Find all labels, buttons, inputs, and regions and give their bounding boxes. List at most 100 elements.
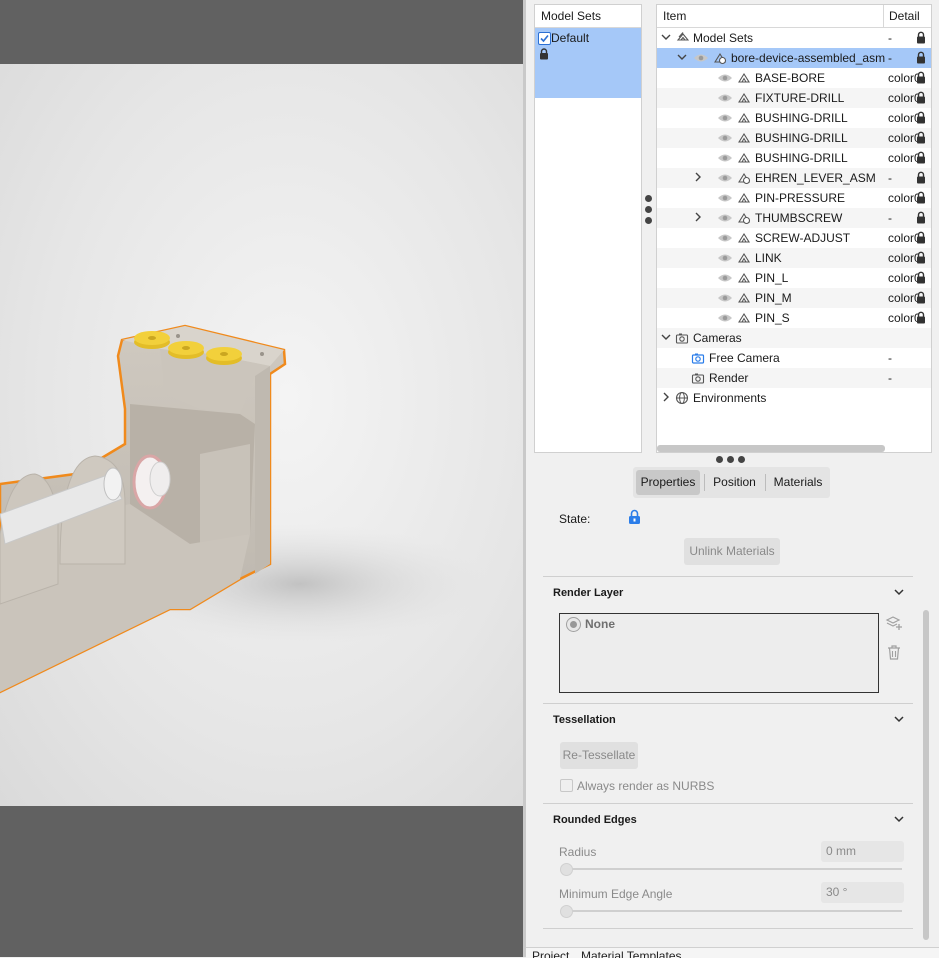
- chevron-down-icon[interactable]: [894, 815, 904, 823]
- eye-icon[interactable]: [717, 93, 733, 103]
- render-canvas[interactable]: [0, 64, 523, 806]
- lock-icon[interactable]: [916, 91, 926, 104]
- tree-row-screw-adjust[interactable]: SCREW-ADJUST color09: [657, 228, 931, 248]
- tree-item-label: Cameras: [693, 331, 742, 345]
- model-sets-list[interactable]: Model Sets Default: [534, 4, 642, 453]
- tessellation-title[interactable]: Tessellation: [553, 714, 616, 726]
- eye-icon[interactable]: [717, 193, 733, 203]
- lock-icon[interactable]: [916, 31, 926, 44]
- eye-icon[interactable]: [717, 233, 733, 243]
- horizontal-splitter-handle[interactable]: [716, 456, 752, 464]
- chevron-down-icon[interactable]: [894, 715, 904, 723]
- tree-row-ehren-lever-asm[interactable]: EHREN_LEVER_ASM -: [657, 168, 931, 188]
- bore-device-model-render[interactable]: [0, 64, 523, 806]
- lock-icon[interactable]: [916, 191, 926, 204]
- default-checkbox[interactable]: [538, 32, 551, 45]
- radius-slider-track[interactable]: [562, 868, 902, 870]
- column-item-header[interactable]: Item: [663, 9, 686, 23]
- eye-icon[interactable]: [717, 313, 733, 323]
- chevron-down-icon[interactable]: [661, 332, 671, 342]
- always-render-nurbs-checkbox[interactable]: [560, 779, 573, 792]
- tree-item-label: BUSHING-DRILL: [755, 131, 848, 145]
- tree-row-fixture-drill[interactable]: FIXTURE-DRILL color06: [657, 88, 931, 108]
- radius-field[interactable]: 0 mm: [821, 841, 904, 862]
- render-layer-none-radio[interactable]: [566, 617, 581, 632]
- lock-icon[interactable]: [916, 71, 926, 84]
- lock-icon[interactable]: [916, 171, 926, 184]
- lock-icon[interactable]: [916, 231, 926, 244]
- tree-item-label: EHREN_LEVER_ASM: [755, 171, 876, 185]
- edge-angle-slider-track[interactable]: [562, 910, 902, 912]
- re-tessellate-button[interactable]: Re-Tessellate: [560, 742, 638, 769]
- chevron-right-icon[interactable]: [693, 212, 703, 222]
- rounded-edges-title[interactable]: Rounded Edges: [553, 814, 637, 826]
- tree-item-label: PIN_S: [755, 311, 790, 325]
- tree-item-label: LINK: [755, 251, 782, 265]
- tree-row-link[interactable]: LINK color00: [657, 248, 931, 268]
- section-divider: [543, 803, 913, 804]
- chevron-down-icon[interactable]: [677, 52, 687, 62]
- lock-icon[interactable]: [916, 151, 926, 164]
- tree-row-environments[interactable]: Environments: [657, 388, 931, 408]
- 3d-viewport[interactable]: [0, 0, 523, 957]
- eye-icon[interactable]: [717, 113, 733, 123]
- chevron-down-icon[interactable]: [661, 32, 671, 42]
- eye-icon[interactable]: [717, 73, 733, 83]
- unlink-materials-button[interactable]: Unlink Materials: [684, 538, 780, 565]
- model-set-default[interactable]: Default: [535, 28, 641, 98]
- lock-icon[interactable]: [916, 251, 926, 264]
- eye-icon[interactable]: [717, 153, 733, 163]
- tree-row-free-camera[interactable]: Free Camera -: [657, 348, 931, 368]
- tree-row-cameras[interactable]: Cameras: [657, 328, 931, 348]
- tree-row-pin-l[interactable]: PIN_L color05: [657, 268, 931, 288]
- tree-row-pin-m[interactable]: PIN_M color05: [657, 288, 931, 308]
- lock-icon[interactable]: [916, 271, 926, 284]
- lock-icon[interactable]: [916, 51, 926, 64]
- eye-icon[interactable]: [717, 273, 733, 283]
- minimum-edge-angle-field[interactable]: 30 °: [821, 882, 904, 903]
- part-icon: [738, 272, 750, 283]
- trash-icon[interactable]: [886, 644, 902, 661]
- render-layer-title[interactable]: Render Layer: [553, 587, 623, 599]
- eye-icon[interactable]: [717, 213, 733, 223]
- tree-row-bushing-drill[interactable]: BUSHING-DRILL color04: [657, 108, 931, 128]
- tree-row-bushing-drill[interactable]: BUSHING-DRILL color04: [657, 128, 931, 148]
- chevron-down-icon[interactable]: [894, 588, 904, 596]
- lock-icon[interactable]: [916, 291, 926, 304]
- tab-materials[interactable]: Materials: [766, 470, 830, 495]
- eye-icon[interactable]: [717, 133, 733, 143]
- eye-icon[interactable]: [717, 253, 733, 263]
- vertical-splitter-handle[interactable]: [645, 195, 653, 231]
- column-detail-header[interactable]: Detail: [889, 9, 920, 23]
- eye-icon[interactable]: [717, 293, 733, 303]
- lock-icon[interactable]: [916, 311, 926, 324]
- scene-tree[interactable]: Item Detail Model Sets - bore-device-assem…: [656, 4, 932, 453]
- state-label: State:: [559, 512, 591, 526]
- eye-icon[interactable]: [717, 173, 733, 183]
- tree-item-label: PIN-PRESSURE: [755, 191, 846, 205]
- radius-slider-handle[interactable]: [560, 863, 573, 876]
- lock-icon[interactable]: [916, 131, 926, 144]
- tree-row-assembly[interactable]: bore-device-assembled_asm -: [657, 48, 931, 68]
- chevron-right-icon[interactable]: [693, 172, 703, 182]
- tab-properties[interactable]: Properties: [636, 470, 700, 495]
- edge-angle-slider-handle[interactable]: [560, 905, 573, 918]
- tree-row-model-sets[interactable]: Model Sets -: [657, 28, 931, 48]
- properties-scrollbar[interactable]: [923, 610, 929, 940]
- tree-row-base-bore[interactable]: BASE-BORE color05: [657, 68, 931, 88]
- eye-icon[interactable]: [693, 53, 709, 63]
- unlock-state-icon[interactable]: [628, 509, 641, 525]
- render-layer-list[interactable]: None: [559, 613, 879, 693]
- lock-icon[interactable]: [916, 111, 926, 124]
- tree-row-render[interactable]: Render -: [657, 368, 931, 388]
- lock-icon[interactable]: [916, 211, 926, 224]
- chevron-right-icon[interactable]: [661, 392, 671, 402]
- part-icon: [738, 112, 750, 123]
- tree-row-thumbscrew[interactable]: THUMBSCREW -: [657, 208, 931, 228]
- tree-row-pin-s[interactable]: PIN_S color05: [657, 308, 931, 328]
- tree-row-bushing-drill[interactable]: BUSHING-DRILL color04: [657, 148, 931, 168]
- add-layer-icon[interactable]: [885, 614, 903, 632]
- tree-row-pin-pressure[interactable]: PIN-PRESSURE color01: [657, 188, 931, 208]
- tab-position[interactable]: Position: [705, 470, 764, 495]
- tree-horizontal-scrollbar[interactable]: [657, 445, 885, 452]
